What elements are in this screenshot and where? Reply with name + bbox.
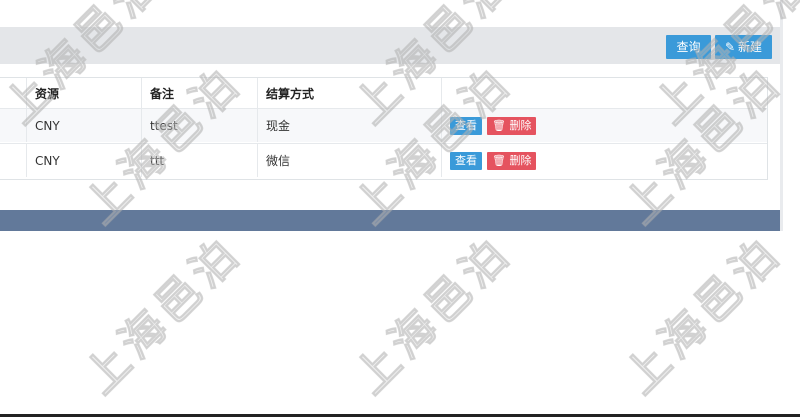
cell-currency: CNY — [27, 109, 142, 142]
view-button[interactable]: 查看 — [450, 116, 482, 135]
row-cell-edge — [0, 109, 27, 142]
footer-bar — [0, 210, 782, 231]
watermark: 上海邑泊 — [74, 226, 252, 404]
cell-note: ttest — [142, 109, 258, 142]
new-button[interactable]: ✎ 新建 — [715, 35, 772, 59]
header-cell-resource: 资源 — [27, 78, 142, 108]
delete-button[interactable]: 🗑 删除 — [487, 151, 537, 170]
table-header-row: 资源 备注 结算方式 — [0, 78, 767, 108]
header-cell-note: 备注 — [142, 78, 258, 108]
delete-button-label: 删除 — [509, 118, 532, 132]
table-row: CNY ttt 微信 查看 🗑 删除 — [0, 143, 767, 177]
scrollbar[interactable] — [780, 0, 783, 231]
cell-note: ttt — [142, 144, 258, 177]
data-table: 资源 备注 结算方式 CNY ttest 现金 查看 🗑 删除 CNY ttt … — [0, 77, 768, 180]
view-button[interactable]: 查看 — [450, 151, 482, 170]
new-button-label: 新建 — [738, 40, 763, 54]
cell-settlement: 现金 — [258, 109, 442, 142]
cell-actions: 查看 🗑 删除 — [442, 144, 767, 177]
delete-button[interactable]: 🗑 删除 — [487, 116, 537, 135]
row-cell-edge — [0, 144, 27, 177]
header-cell-actions — [442, 78, 767, 108]
query-button[interactable]: 查询 — [666, 35, 711, 59]
toolbar: 查询 ✎ 新建 — [0, 27, 782, 64]
watermark: 上海邑泊 — [614, 226, 792, 404]
trash-icon: 🗑 — [492, 153, 506, 167]
watermark: 上海邑泊 — [344, 226, 522, 404]
pencil-icon: ✎ — [724, 40, 736, 54]
cell-settlement: 微信 — [258, 144, 442, 177]
delete-button-label: 删除 — [509, 153, 532, 167]
table-row: CNY ttest 现金 查看 🗑 删除 — [0, 108, 767, 142]
cell-actions: 查看 🗑 删除 — [442, 109, 767, 142]
header-cell-settlement: 结算方式 — [258, 78, 442, 108]
cell-currency: CNY — [27, 144, 142, 177]
trash-icon: 🗑 — [492, 118, 506, 132]
header-cell-checkbox — [0, 78, 27, 108]
